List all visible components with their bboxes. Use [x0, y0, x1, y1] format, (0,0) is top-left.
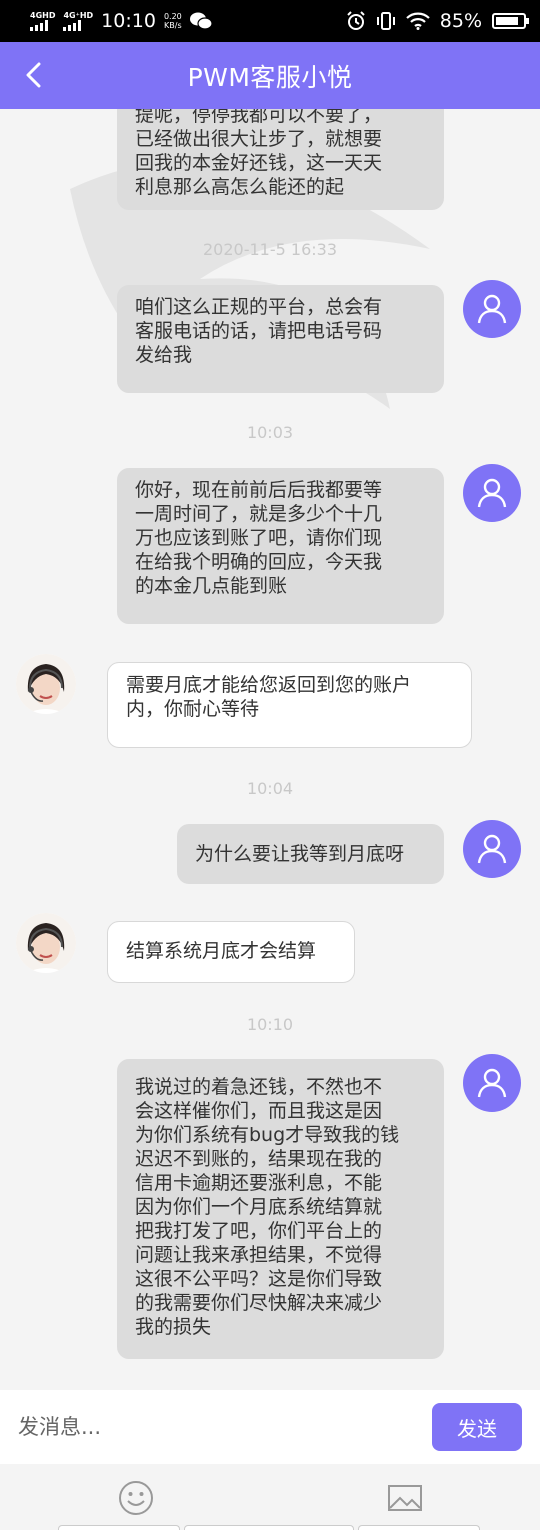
chat-title: PWM客服小悦 — [187, 62, 353, 92]
back-button[interactable] — [18, 60, 48, 90]
agent-avatar[interactable] — [16, 913, 76, 973]
send-button[interactable]: 发送 — [432, 1403, 522, 1451]
status-bar: 4GHD 4G⁺HD 10:10 0.20 KB/s 85% — [0, 0, 540, 42]
user-icon — [477, 834, 507, 864]
input-bar: 发送 — [0, 1390, 540, 1464]
panel-edge — [358, 1525, 480, 1530]
chat-area[interactable]: 提呢，停停我都可以不要了， 已经做出很大让步了，就想要 回我的本金好还钱，这一天… — [0, 109, 540, 1390]
toolbar — [0, 1464, 540, 1530]
user-icon — [477, 1068, 507, 1098]
user-icon — [477, 478, 507, 508]
network-label-1: 4GHD — [30, 10, 56, 20]
wechat-icon — [189, 12, 212, 30]
message-bubble-agent: 结算系统月底才会结算 — [107, 921, 355, 983]
user-avatar[interactable] — [463, 464, 521, 522]
panel-edge — [184, 1525, 354, 1530]
user-avatar[interactable] — [463, 820, 521, 878]
emoji-icon[interactable] — [118, 1480, 154, 1516]
agent-avatar[interactable] — [16, 654, 76, 714]
chat-header: PWM客服小悦 — [0, 42, 540, 109]
battery-icon — [492, 13, 529, 29]
alarm-icon — [347, 11, 365, 30]
chevron-left-icon — [26, 62, 41, 88]
message-bubble-agent: 需要月底才能给您返回到您的账户 内，你耐心等待 — [107, 662, 472, 748]
user-avatar[interactable] — [463, 1054, 521, 1112]
user-icon — [477, 294, 507, 324]
network-speed-value: 0.20 — [163, 12, 182, 21]
network-speed: 0.20 KB/s — [164, 12, 182, 30]
message-bubble-user: 咱们这么正规的平台，总会有 客服电话的话，请把电话号码 发给我 — [117, 285, 444, 393]
image-icon[interactable] — [387, 1480, 423, 1516]
message-bubble-user: 你好，现在前前后后我都要等 一周时间了，就是多少个十几 万也应该到账了吧，请你们… — [117, 468, 444, 624]
message-bubble-user: 为什么要让我等到月底呀 — [177, 824, 444, 884]
message-bubble-user: 我说过的着急还钱，不然也不 会这样催你们，而且我这是因 为你们系统有bug才导致… — [117, 1059, 444, 1359]
battery-percent: 85% — [439, 10, 482, 32]
agent-avatar-icon — [16, 913, 76, 973]
panel-edge — [58, 1525, 180, 1530]
status-right: 85% — [346, 10, 529, 32]
network-speed-unit: KB/s — [164, 21, 182, 30]
network-label-2: 4G⁺HD — [63, 10, 94, 20]
signal-icon-2: 4G⁺HD — [63, 10, 94, 31]
agent-avatar-icon — [16, 654, 76, 714]
status-left: 4GHD 4G⁺HD 10:10 0.20 KB/s — [30, 10, 212, 32]
wifi-icon — [406, 12, 430, 30]
signal-icon: 4GHD — [30, 10, 56, 31]
vibrate-icon — [376, 12, 395, 30]
status-time: 10:10 — [101, 10, 156, 32]
timestamp: 10:04 — [246, 779, 294, 798]
timestamp: 10:03 — [246, 423, 294, 442]
message-input[interactable] — [18, 1415, 432, 1439]
timestamp: 2020-11-5 16:33 — [203, 240, 337, 259]
user-avatar[interactable] — [463, 280, 521, 338]
message-bubble-user: 提呢，停停我都可以不要了， 已经做出很大让步了，就想要 回我的本金好还钱，这一天… — [117, 109, 444, 210]
timestamp: 10:10 — [246, 1015, 294, 1034]
